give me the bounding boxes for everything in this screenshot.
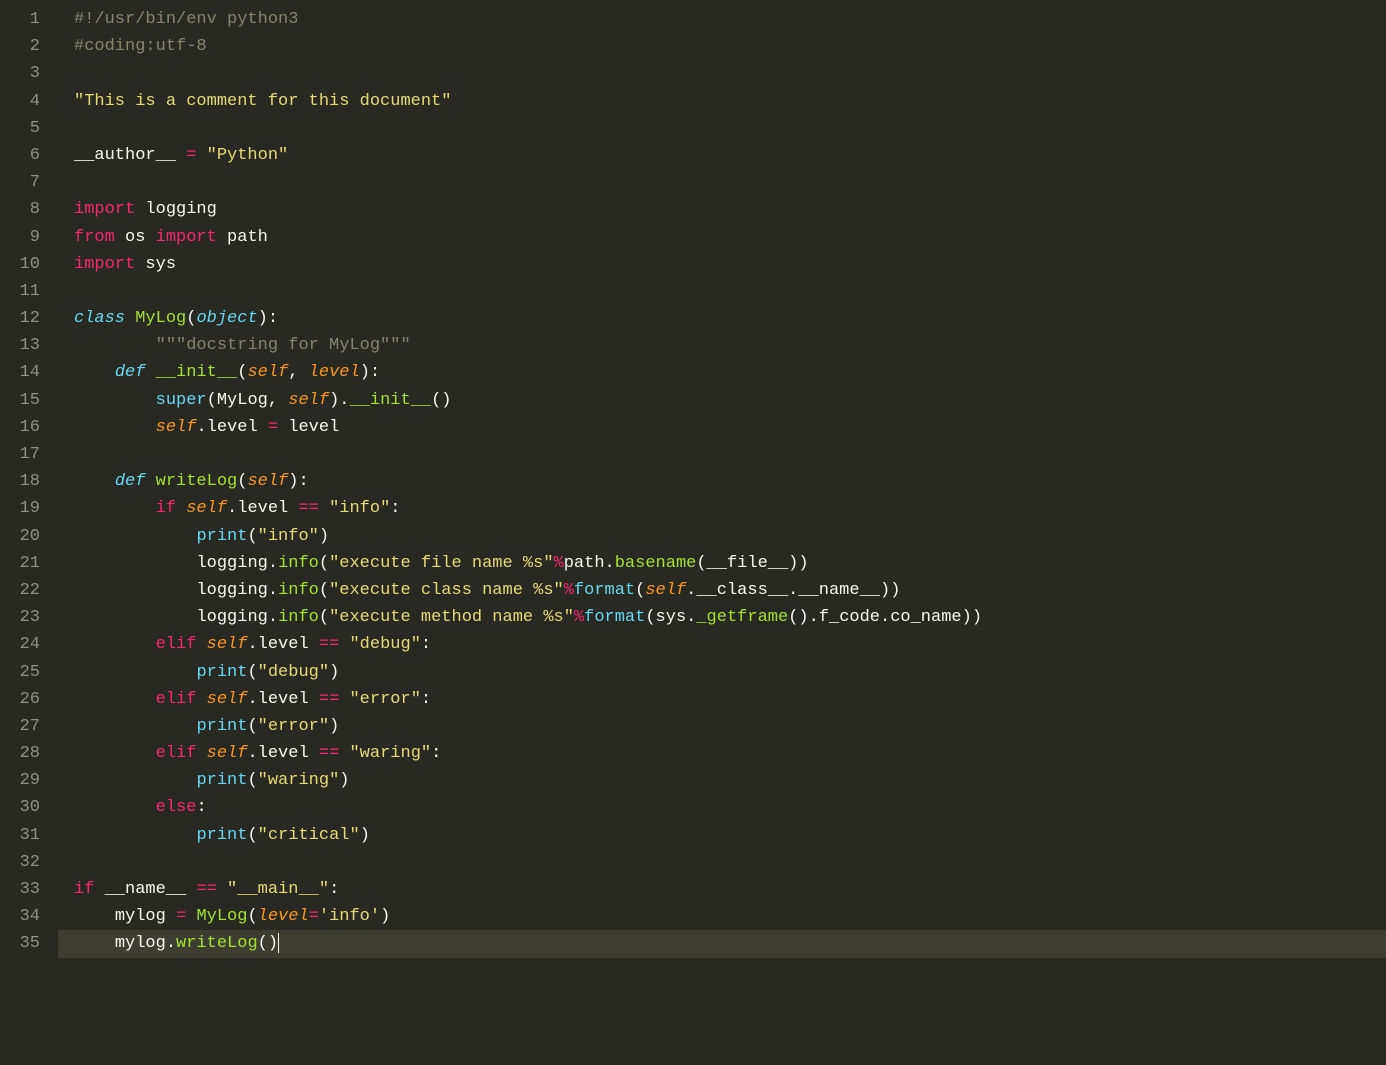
line-number: 2: [0, 33, 40, 60]
code-line[interactable]: elif self.level == "debug":: [58, 631, 1386, 658]
line-number: 27: [0, 713, 40, 740]
code-line[interactable]: self.level = level: [58, 414, 1386, 441]
text-cursor: [278, 933, 279, 953]
code-line[interactable]: [58, 115, 1386, 142]
code-line[interactable]: elif self.level == "error":: [58, 686, 1386, 713]
line-number: 7: [0, 169, 40, 196]
code-line[interactable]: elif self.level == "waring":: [58, 740, 1386, 767]
code-line[interactable]: from os import path: [58, 224, 1386, 251]
line-number: 25: [0, 659, 40, 686]
line-number: 17: [0, 441, 40, 468]
code-line[interactable]: [58, 169, 1386, 196]
line-number: 30: [0, 794, 40, 821]
line-number: 20: [0, 523, 40, 550]
line-number: 16: [0, 414, 40, 441]
code-line[interactable]: print("info"): [58, 523, 1386, 550]
line-number: 9: [0, 224, 40, 251]
code-line[interactable]: super(MyLog, self).__init__(): [58, 387, 1386, 414]
line-number: 6: [0, 142, 40, 169]
code-line[interactable]: else:: [58, 794, 1386, 821]
code-line[interactable]: if self.level == "info":: [58, 495, 1386, 522]
code-line[interactable]: logging.info("execute file name %s"%path…: [58, 550, 1386, 577]
line-number: 15: [0, 387, 40, 414]
line-number: 21: [0, 550, 40, 577]
code-line[interactable]: def writeLog(self):: [58, 468, 1386, 495]
line-number: 5: [0, 115, 40, 142]
code-line[interactable]: __author__ = "Python": [58, 142, 1386, 169]
code-line[interactable]: mylog = MyLog(level='info'): [58, 903, 1386, 930]
code-line[interactable]: print("critical"): [58, 822, 1386, 849]
line-number: 26: [0, 686, 40, 713]
line-number: 18: [0, 468, 40, 495]
line-number: 33: [0, 876, 40, 903]
code-line[interactable]: if __name__ == "__main__":: [58, 876, 1386, 903]
line-number: 34: [0, 903, 40, 930]
line-number: 14: [0, 359, 40, 386]
line-number: 1: [0, 6, 40, 33]
code-line[interactable]: print("debug"): [58, 659, 1386, 686]
line-number: 11: [0, 278, 40, 305]
line-number: 4: [0, 88, 40, 115]
line-number: 3: [0, 60, 40, 87]
code-line[interactable]: import logging: [58, 196, 1386, 223]
code-line[interactable]: "This is a comment for this document": [58, 88, 1386, 115]
code-line[interactable]: #coding:utf-8: [58, 33, 1386, 60]
line-number: 35: [0, 930, 40, 957]
code-line[interactable]: """docstring for MyLog""": [58, 332, 1386, 359]
code-line[interactable]: def __init__(self, level):: [58, 359, 1386, 386]
line-number: 13: [0, 332, 40, 359]
line-number: 10: [0, 251, 40, 278]
line-number: 32: [0, 849, 40, 876]
line-number: 19: [0, 495, 40, 522]
code-line[interactable]: [58, 278, 1386, 305]
line-number: 24: [0, 631, 40, 658]
line-number: 23: [0, 604, 40, 631]
code-editor[interactable]: 1234567891011121314151617181920212223242…: [0, 0, 1386, 1065]
line-number: 29: [0, 767, 40, 794]
line-number: 28: [0, 740, 40, 767]
code-area[interactable]: #!/usr/bin/env python3#coding:utf-8 "This…: [58, 6, 1386, 1065]
line-number: 31: [0, 822, 40, 849]
line-number-gutter: 1234567891011121314151617181920212223242…: [0, 6, 58, 1065]
line-number: 12: [0, 305, 40, 332]
code-line[interactable]: print("error"): [58, 713, 1386, 740]
code-line[interactable]: [58, 441, 1386, 468]
code-line[interactable]: #!/usr/bin/env python3: [58, 6, 1386, 33]
line-number: 22: [0, 577, 40, 604]
code-line[interactable]: [58, 60, 1386, 87]
code-line[interactable]: logging.info("execute class name %s"%for…: [58, 577, 1386, 604]
code-line[interactable]: [58, 849, 1386, 876]
code-line[interactable]: class MyLog(object):: [58, 305, 1386, 332]
code-line[interactable]: import sys: [58, 251, 1386, 278]
code-line[interactable]: logging.info("execute method name %s"%fo…: [58, 604, 1386, 631]
line-number: 8: [0, 196, 40, 223]
code-line[interactable]: print("waring"): [58, 767, 1386, 794]
code-line[interactable]: mylog.writeLog(): [58, 930, 1386, 957]
